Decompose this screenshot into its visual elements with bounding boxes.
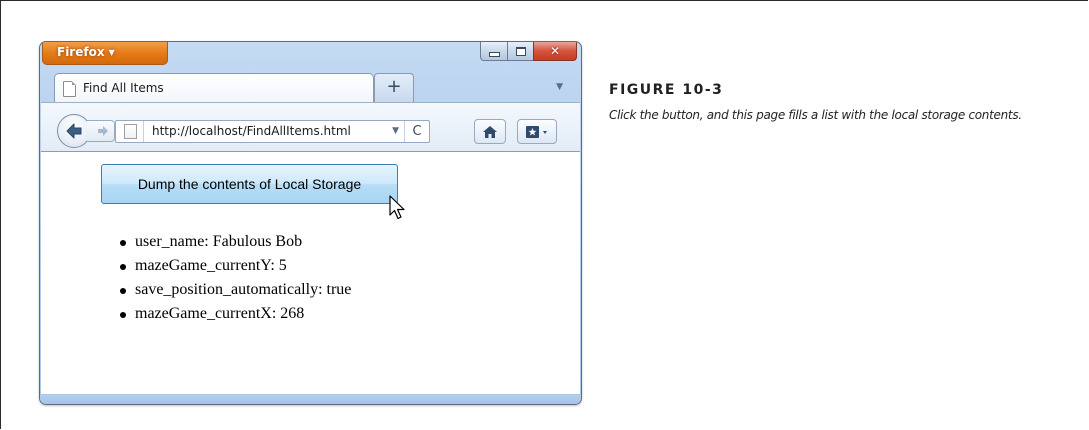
chevron-down-icon: ▼ [108, 48, 115, 57]
tab-list-icon[interactable]: ▼ [556, 82, 563, 92]
firefox-menu-label: Firefox [57, 45, 105, 59]
back-button[interactable] [57, 114, 91, 148]
browser-window: Firefox ▼ ✕ Find All Items + ▼ http://loc… [39, 41, 582, 405]
history-dropdown-icon[interactable]: ▼ [392, 126, 399, 136]
forward-button[interactable] [87, 120, 115, 142]
reload-icon[interactable]: C [404, 121, 429, 142]
maximize-icon [515, 46, 526, 56]
minimize-button[interactable] [480, 42, 507, 61]
home-icon [483, 125, 497, 138]
bookmarks-button[interactable] [517, 119, 557, 144]
page-icon [63, 81, 76, 97]
dump-storage-button[interactable]: Dump the contents of Local Storage [101, 164, 398, 204]
tab-label: Find All Items [83, 81, 164, 95]
new-tab-button[interactable]: + [374, 73, 414, 102]
address-bar[interactable]: http://localhost/FindAllItems.html ▼ C [115, 120, 430, 143]
bookmarks-icon [526, 125, 547, 138]
mouse-cursor-icon [389, 195, 405, 220]
window-bottom-border [40, 395, 581, 404]
back-arrow-icon [66, 123, 82, 139]
list-item: mazeGame_currentY: 5 [119, 254, 351, 278]
figure-caption: Click the button, and this page fills a … [609, 108, 1022, 122]
maximize-button[interactable] [507, 42, 533, 61]
close-icon: ✕ [549, 44, 561, 58]
site-identity-icon[interactable] [124, 124, 137, 139]
list-item: save_position_automatically: true [119, 278, 351, 302]
navigation-bar: http://localhost/FindAllItems.html ▼ C [41, 102, 580, 152]
page-content: Dump the contents of Local Storage user_… [41, 152, 580, 394]
list-item: mazeGame_currentX: 268 [119, 302, 351, 326]
forward-arrow-icon [97, 126, 108, 136]
url-text[interactable]: http://localhost/FindAllItems.html [152, 124, 351, 138]
home-button[interactable] [474, 119, 506, 144]
address-separator [143, 121, 144, 142]
list-item: user_name: Fabulous Bob [119, 230, 351, 254]
figure-title: FIGURE 10-3 [609, 82, 724, 98]
firefox-menu-button[interactable]: Firefox ▼ [42, 42, 168, 65]
tab-find-all-items[interactable]: Find All Items [54, 73, 374, 103]
storage-items-list: user_name: Fabulous Bob mazeGame_current… [117, 230, 351, 326]
minimize-icon [488, 51, 500, 57]
close-button[interactable]: ✕ [533, 42, 577, 61]
window-controls: ✕ [480, 42, 577, 61]
